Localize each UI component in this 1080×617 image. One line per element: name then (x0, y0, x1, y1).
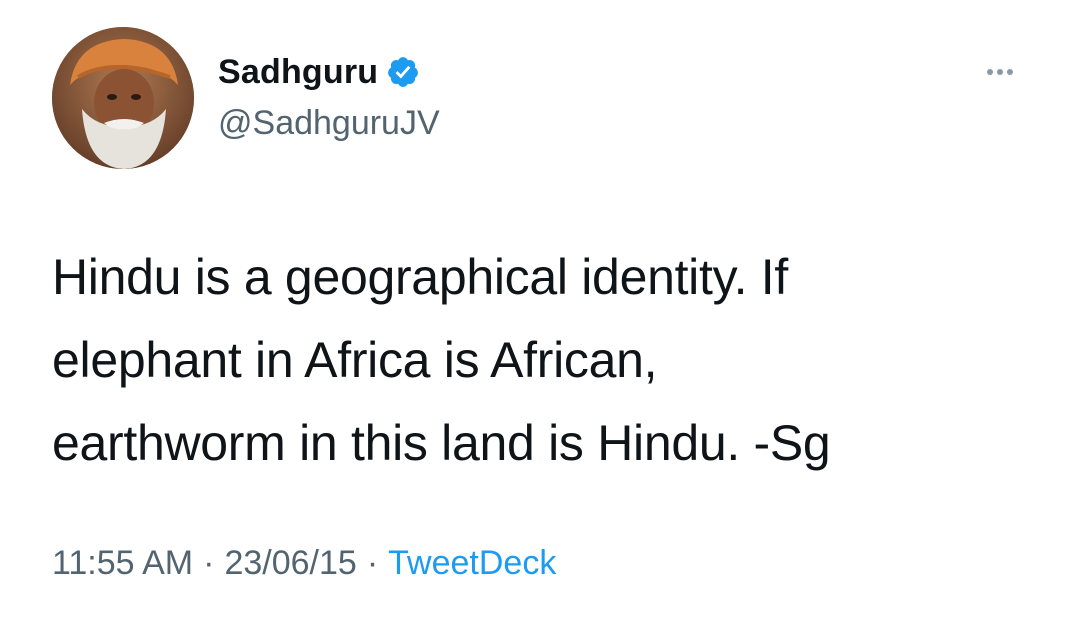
avatar[interactable] (52, 27, 194, 169)
tweet-metadata: 11:55 AM · 23/06/15 · TweetDeck (52, 544, 556, 583)
separator: · (203, 544, 215, 582)
verified-badge-icon (386, 55, 420, 89)
tweet-date[interactable]: 23/06/15 (224, 544, 356, 582)
more-options-button[interactable] (978, 60, 1022, 84)
display-name[interactable]: Sadhguru (218, 53, 378, 92)
author-name-row[interactable]: Sadhguru (218, 52, 420, 92)
tweet-card: Sadhguru @SadhguruJV Hindu is a geograph… (0, 0, 1080, 617)
ellipsis-icon (987, 69, 1013, 75)
tweet-text: Hindu is a geographical identity. If ele… (52, 249, 831, 471)
profile-photo-icon (52, 27, 194, 169)
author-handle[interactable]: @SadhguruJV (218, 104, 440, 143)
tweet-source-link[interactable]: TweetDeck (388, 544, 556, 582)
separator: · (366, 544, 379, 582)
tweet-time[interactable]: 11:55 AM (52, 544, 193, 582)
